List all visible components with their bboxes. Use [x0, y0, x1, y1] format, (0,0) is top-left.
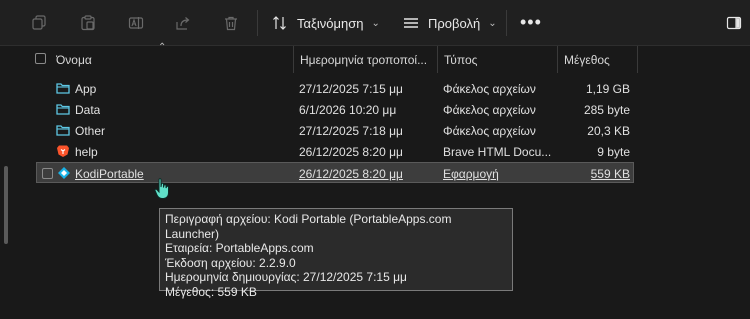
file-size: 559 KB [590, 167, 630, 181]
file-date: 27/12/2025 7:18 μμ [299, 124, 403, 138]
brave-icon [57, 145, 69, 157]
scrollbar-thumb[interactable] [4, 166, 8, 244]
hand-cursor-icon [154, 178, 169, 199]
folder-icon [56, 83, 70, 94]
file-name: Data [75, 103, 101, 117]
tooltip-description: Περιγραφή αρχείου: Kodi Portable (Portab… [165, 212, 452, 241]
file-size: 9 byte [597, 145, 630, 159]
file-type: Brave HTML Docu... [443, 145, 552, 159]
file-size: 20,3 KB [587, 124, 630, 138]
view-button[interactable]: Προβολή ⌄ [403, 11, 497, 35]
tooltip-size: Μέγεθος: 559 KB [165, 284, 257, 299]
sort-icon [273, 16, 286, 30]
file-type: Φάκελος αρχείων [443, 124, 536, 138]
tooltip-version: Έκδοση αρχείου: 2.2.9.0 [165, 255, 296, 270]
column-resize-handle[interactable] [293, 46, 294, 73]
column-size[interactable]: Μέγεθος [564, 53, 644, 67]
column-resize-handle[interactable] [557, 46, 558, 73]
file-date: 27/12/2025 7:15 μμ [299, 82, 403, 96]
file-date: 26/12/2025 8:20 μμ [299, 167, 403, 181]
file-name: Other [75, 124, 106, 138]
sort-label: Ταξινόμηση [297, 15, 364, 31]
column-name[interactable]: Όνομα [56, 53, 286, 67]
select-all-checkbox[interactable] [35, 53, 46, 64]
view-label: Προβολή [428, 15, 481, 31]
file-info-tooltip: Περιγραφή αρχείου: Kodi Portable (Portab… [159, 208, 513, 299]
file-name: KodiPortable [75, 167, 144, 181]
folder-icon [56, 104, 70, 115]
share-icon[interactable] [171, 11, 195, 35]
file-row-kodiportable[interactable]: KodiPortable 26/12/2025 8:20 μμ Εφαρμογή… [36, 162, 634, 183]
copy-icon[interactable] [27, 11, 51, 35]
column-resize-handle[interactable] [437, 46, 438, 73]
view-icon [404, 18, 418, 28]
folder-icon [56, 125, 70, 136]
file-name: help [75, 145, 98, 159]
chevron-down-icon: ⌄ [488, 17, 497, 29]
sort-button[interactable]: Ταξινόμηση ⌄ [272, 11, 380, 35]
sort-ascending-icon: ⌃ [158, 42, 167, 53]
details-pane-icon[interactable] [722, 11, 746, 35]
toolbar-divider [257, 10, 258, 36]
file-type: Φάκελος αρχείων [443, 103, 536, 117]
file-name: App [75, 82, 97, 96]
file-type: Φάκελος αρχείων [443, 82, 536, 96]
file-date: 26/12/2025 8:20 μμ [299, 145, 403, 159]
tooltip-company: Εταιρεία: PortableApps.com [165, 241, 314, 255]
file-type: Εφαρμογή [443, 167, 499, 181]
column-resize-handle[interactable] [637, 46, 638, 73]
column-header: ⌃ Όνομα Ημερομηνία τροποποί... Τύπος Μέγ… [0, 42, 750, 73]
file-row-app[interactable]: App 27/12/2025 7:15 μμ Φάκελος αρχείων 1… [36, 78, 634, 99]
file-date: 6/1/2026 10:20 μμ [299, 103, 397, 117]
more-options-button[interactable]: ••• [520, 12, 542, 33]
rename-icon[interactable] [124, 11, 148, 35]
kodi-icon [58, 167, 70, 179]
delete-icon[interactable] [219, 11, 243, 35]
row-checkbox[interactable] [42, 168, 53, 179]
tooltip-created: Ημερομηνία δημιουργίας: 27/12/2025 7:15 … [165, 270, 407, 284]
file-row-data[interactable]: Data 6/1/2026 10:20 μμ Φάκελος αρχείων 2… [36, 99, 634, 120]
file-row-other[interactable]: Other 27/12/2025 7:18 μμ Φάκελος αρχείων… [36, 120, 634, 141]
column-date[interactable]: Ημερομηνία τροποποί... [300, 53, 434, 67]
column-type[interactable]: Τύπος [444, 53, 552, 67]
chevron-down-icon: ⌄ [371, 17, 380, 29]
file-size: 285 byte [583, 103, 630, 117]
command-bar: Ταξινόμηση ⌄ Προβολή ⌄ ••• [0, 0, 750, 46]
paste-icon[interactable] [76, 11, 100, 35]
file-size: 1,19 GB [585, 82, 630, 96]
toolbar-divider [506, 10, 507, 36]
file-row-help[interactable]: help 26/12/2025 8:20 μμ Brave HTML Docu.… [36, 141, 634, 162]
